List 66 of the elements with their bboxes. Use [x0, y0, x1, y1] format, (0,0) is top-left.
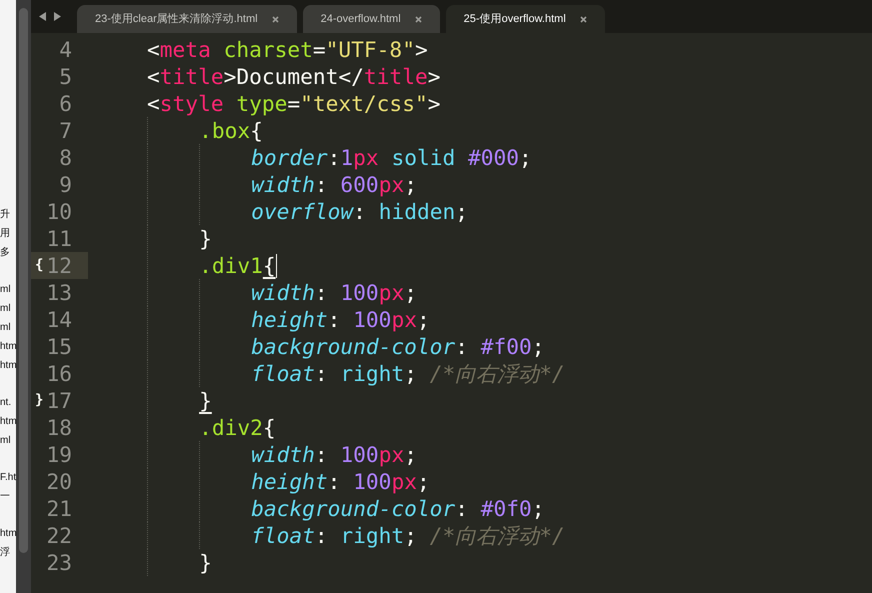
background-text: 多 [0, 246, 11, 260]
code-line: .box{ [88, 117, 263, 144]
line-number: 23 [46, 549, 72, 576]
code-line: float: right; /*向右浮动*/ [88, 360, 565, 387]
line-number: 4 [59, 36, 72, 63]
background-text: nt. [0, 396, 12, 410]
code-line: border:1px solid #000; [88, 144, 532, 171]
line-number: 15 [46, 333, 72, 360]
close-icon[interactable] [580, 16, 587, 22]
fold-marker[interactable]: } [35, 387, 43, 414]
code-line: background-color: #f00; [88, 333, 545, 360]
background-text: htm [0, 527, 16, 541]
line-number: 9 [59, 171, 72, 198]
code-line: <style type="text/css"> [146, 90, 440, 117]
next-tab-icon[interactable] [54, 12, 61, 21]
fold-marker[interactable]: { [35, 252, 43, 279]
line-number: 7 [59, 117, 72, 144]
code-line: width: 100px; [88, 441, 417, 468]
code-line: .div2{ [88, 414, 276, 441]
close-icon[interactable] [272, 16, 279, 22]
code-line: height: 100px; [88, 468, 430, 495]
line-number: 17 [46, 387, 72, 414]
line-number: 16 [46, 360, 72, 387]
code-line: width: 600px; [88, 171, 417, 198]
line-number: 18 [46, 414, 72, 441]
code-line: } [88, 387, 212, 414]
code-line: .div1{ [88, 252, 277, 279]
line-number: 13 [46, 279, 72, 306]
code-line: <meta charset="UTF-8"> [146, 36, 428, 63]
code-line: <title>Document</title> [146, 63, 440, 90]
code-line: background-color: #0f0; [88, 495, 545, 522]
background-text: htm [0, 359, 16, 373]
line-number: 20 [46, 468, 72, 495]
line-number: 14 [46, 306, 72, 333]
line-number: 21 [46, 495, 72, 522]
line-number: 22 [46, 522, 72, 549]
background-text: ml [0, 434, 12, 448]
file-tab[interactable]: 25-使用overflow.html [446, 5, 605, 33]
background-text: 一 [0, 490, 11, 504]
code-line: float: right; /*向右浮动*/ [88, 522, 565, 549]
background-text: 浮 [0, 546, 11, 560]
background-text: ml [0, 321, 12, 335]
previous-tab-icon[interactable] [39, 12, 46, 21]
background-text: htm [0, 415, 16, 429]
close-icon[interactable] [414, 16, 422, 22]
background-text: 用 [0, 227, 11, 241]
file-tab[interactable]: 23-使用clear属性来清除浮动.html [77, 5, 297, 33]
line-number: 19 [46, 441, 72, 468]
line-number: 5 [59, 63, 72, 90]
line-number: 11 [46, 225, 72, 252]
background-text: ml [0, 283, 12, 297]
code-line: } [88, 549, 212, 576]
code-line: } [88, 225, 212, 252]
background-text: ml [0, 302, 12, 316]
background-text: htm [0, 340, 16, 354]
line-number: 12 [46, 252, 72, 279]
line-number: 6 [59, 90, 72, 117]
line-number: 10 [46, 198, 72, 225]
line-number: 8 [59, 144, 72, 171]
background-text: F.ht [0, 471, 16, 485]
code-line: width: 100px; [88, 279, 417, 306]
code-line: overflow: hidden; [88, 198, 468, 225]
file-tab[interactable]: 24-overflow.html [302, 5, 440, 33]
scrollbar-thumb[interactable] [19, 8, 28, 553]
background-text: 升 [0, 208, 11, 222]
code-line: height: 100px; [88, 306, 430, 333]
